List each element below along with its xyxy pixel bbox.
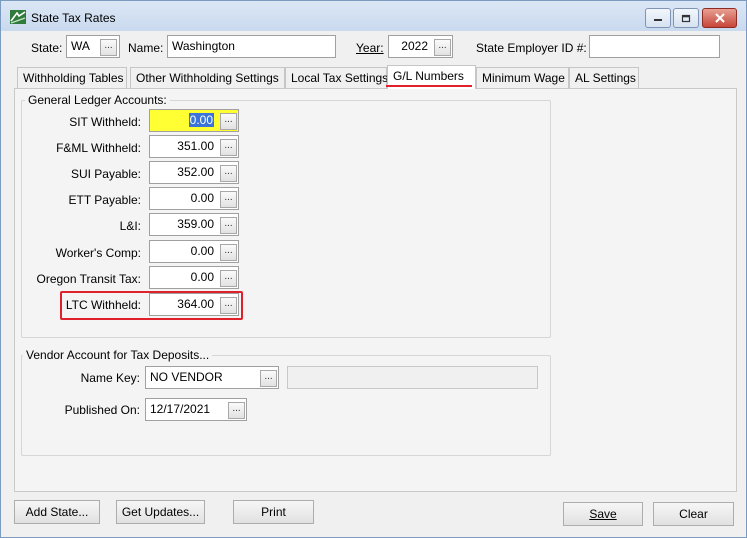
fml-withheld-label: F&ML Withheld: bbox=[56, 141, 141, 155]
maximize-icon bbox=[681, 14, 691, 22]
gl-accounts-title: General Ledger Accounts: bbox=[25, 93, 170, 107]
sui-payable-label: SUI Payable: bbox=[70, 167, 141, 181]
sit-withheld-label: SIT Withheld: bbox=[69, 115, 141, 129]
print-button[interactable]: Print bbox=[233, 500, 314, 524]
minimize-icon bbox=[654, 19, 662, 21]
workers-comp-label: Worker's Comp: bbox=[55, 246, 141, 260]
tab-minimum-wage[interactable]: Minimum Wage bbox=[476, 67, 569, 88]
name-key-input[interactable]: NO VENDOR bbox=[145, 366, 279, 389]
ltc-highlight-box bbox=[60, 291, 243, 320]
close-icon bbox=[714, 13, 725, 23]
oregon-transit-tax-label: Oregon Transit Tax: bbox=[36, 272, 142, 286]
name-label: Name: bbox=[128, 41, 164, 55]
add-state-button[interactable]: Add State... bbox=[14, 500, 100, 524]
year-browse-button[interactable]: ... bbox=[434, 39, 451, 56]
name-key-label: Name Key: bbox=[80, 371, 140, 385]
tab-withholding-tables[interactable]: Withholding Tables bbox=[17, 67, 127, 88]
li-label: L&I: bbox=[119, 219, 141, 233]
oregon-transit-tax-browse-button[interactable]: ... bbox=[220, 270, 237, 287]
active-tab-highlight bbox=[386, 85, 472, 87]
sui-payable-browse-button[interactable]: ... bbox=[220, 165, 237, 182]
ett-payable-label: ETT Payable: bbox=[68, 193, 141, 207]
state-browse-button[interactable]: ... bbox=[100, 39, 117, 56]
workers-comp-browse-button[interactable]: ... bbox=[220, 244, 237, 261]
maximize-button[interactable] bbox=[673, 8, 699, 28]
li-browse-button[interactable]: ... bbox=[220, 217, 237, 234]
year-label: Year: bbox=[356, 41, 384, 55]
published-on-label: Published On: bbox=[64, 403, 140, 417]
get-updates-button[interactable]: Get Updates... bbox=[116, 500, 205, 524]
tab-al-settings[interactable]: AL Settings bbox=[569, 67, 639, 88]
state-label: State: bbox=[31, 41, 63, 55]
ett-payable-browse-button[interactable]: ... bbox=[220, 191, 237, 208]
employer-id-input[interactable] bbox=[589, 35, 720, 58]
minimize-button[interactable] bbox=[645, 8, 671, 28]
employer-id-label: State Employer ID #: bbox=[476, 41, 587, 55]
title-bar[interactable]: State Tax Rates bbox=[1, 1, 746, 31]
name-key-browse-button[interactable]: ... bbox=[260, 370, 277, 387]
save-button[interactable]: Save bbox=[563, 502, 643, 526]
name-input[interactable]: Washington bbox=[167, 35, 336, 58]
fml-withheld-browse-button[interactable]: ... bbox=[220, 139, 237, 156]
tab-local-tax-settings[interactable]: Local Tax Settings bbox=[285, 67, 388, 88]
window-title: State Tax Rates bbox=[31, 11, 116, 25]
sit-withheld-browse-button[interactable]: ... bbox=[220, 113, 237, 130]
vendor-description-field bbox=[287, 366, 538, 389]
app-icon bbox=[10, 10, 26, 24]
state-tax-rates-window: State Tax Rates State: WA ... Name: Wash… bbox=[0, 0, 747, 538]
close-button[interactable] bbox=[702, 8, 737, 28]
tab-other-withholding-settings[interactable]: Other Withholding Settings bbox=[130, 67, 285, 88]
clear-button[interactable]: Clear bbox=[653, 502, 734, 526]
vendor-group-title: Vendor Account for Tax Deposits... bbox=[23, 348, 213, 362]
published-on-browse-button[interactable]: ... bbox=[228, 402, 245, 419]
